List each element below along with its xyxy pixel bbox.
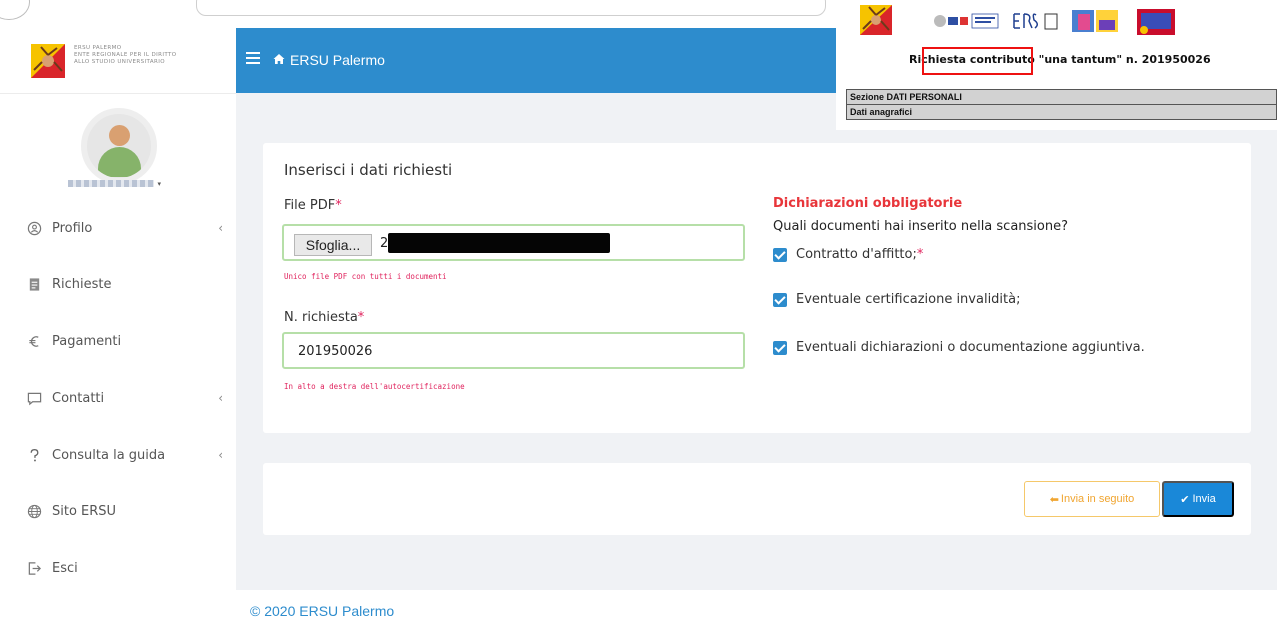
document-request-number: " n. 201950026 [1116, 53, 1211, 66]
chevron-left-icon: ‹ [218, 221, 223, 235]
document-excerpt: Richiesta contributo "una tantum" n. 201… [836, 0, 1277, 130]
check-icon: ✔ [1180, 493, 1190, 506]
browser-toolbar [0, 0, 840, 28]
checkbox-checked-icon[interactable] [773, 247, 787, 262]
sidebar-item-pagamenti[interactable]: Pagamenti [27, 330, 223, 352]
home-icon[interactable] [273, 53, 285, 65]
send-button[interactable]: ✔ Invia [1162, 481, 1234, 517]
brand-text: ERSU Palermo Ente Regionale per il Dirit… [74, 45, 177, 66]
send-later-label: Invia in seguito [1060, 493, 1135, 505]
brand-subtitle-1: Ente Regionale per il Diritto [74, 52, 177, 58]
browser-address-bar[interactable] [196, 0, 826, 16]
sidebar-item-label: Consulta la guida [52, 447, 166, 463]
redacted-filename [388, 233, 610, 253]
blurred-username [67, 180, 154, 187]
globe-icon [27, 504, 42, 518]
request-number-input[interactable]: 201950026 [282, 332, 745, 369]
document-table: Sezione DATI PERSONALI Dati anagrafici [846, 89, 1277, 120]
actions-card: ⬅ Invia in seguito ✔ Invia [263, 463, 1251, 535]
sicily-crest-icon [860, 5, 892, 35]
file-input[interactable]: Sfoglia... 2 [282, 224, 745, 261]
checkbox-contratto[interactable]: Contratto d'affitto; * [773, 247, 923, 262]
browse-button[interactable]: Sfoglia... [294, 234, 372, 256]
checkbox-checked-icon[interactable] [773, 292, 787, 307]
required-mark: * [335, 198, 342, 213]
sidebar-item-contatti[interactable]: Contatti ‹ [27, 387, 223, 409]
brand-name: ERSU Palermo [74, 45, 122, 51]
sidebar-item-richieste[interactable]: Richieste [27, 273, 223, 295]
request-number-label: N. richiesta* [284, 310, 364, 325]
sidebar-item-label: Sito ERSU [52, 503, 117, 519]
sidebar-item-label: Profilo [52, 220, 93, 236]
brand-subtitle-2: allo Studio Universitario [74, 59, 165, 65]
request-number-hint: In alto a destra dell'autocertificazione [284, 382, 465, 391]
declarations-title: Dichiarazioni obbligatorie [773, 196, 963, 211]
checkbox-label: Eventuali dichiarazioni o documentazione… [796, 340, 1145, 355]
checkbox-checked-icon[interactable] [773, 340, 787, 355]
checkbox-invalidita[interactable]: Eventuale certificazione invalidità; [773, 292, 1021, 307]
question-icon [30, 448, 39, 461]
brand-area: ERSU Palermo Ente Regionale per il Dirit… [0, 28, 236, 94]
declarations-question: Quali documenti hai inserito nella scans… [773, 219, 1069, 234]
file-hint: Unico file PDF con tutti i documenti [284, 272, 447, 281]
avatar[interactable] [81, 108, 157, 184]
euro-icon [29, 335, 39, 347]
profile-icon [27, 221, 42, 235]
request-number-label-text: N. richiesta [284, 310, 358, 325]
sicily-crest-icon [31, 44, 65, 78]
document-subsection-row: Dati anagrafici [846, 104, 1277, 120]
user-name-menu[interactable]: ▾ [60, 179, 170, 191]
sidebar-item-guida[interactable]: Consulta la guida ‹ [27, 444, 223, 466]
required-mark: * [916, 247, 924, 262]
sidebar-item-esci[interactable]: Esci [27, 557, 223, 579]
sidebar-item-sito[interactable]: Sito ERSU [27, 500, 223, 522]
avatar-head [109, 125, 130, 146]
reply-icon: ⬅ [1049, 493, 1059, 506]
sidebar-item-label: Pagamenti [52, 333, 122, 349]
chat-icon [27, 392, 42, 405]
document-section-row: Sezione DATI PERSONALI [846, 89, 1277, 105]
caret-down-icon: ▾ [157, 180, 163, 188]
chevron-left-icon: ‹ [218, 391, 223, 405]
header-title[interactable]: ERSU Palermo [290, 52, 385, 68]
request-number-highlight [922, 47, 1033, 75]
form-card: Inserisci i dati richiesti File PDF* Sfo… [263, 143, 1251, 433]
form-title: Inserisci i dati richiesti [284, 161, 453, 179]
chevron-left-icon: ‹ [218, 448, 223, 462]
sidebar-item-profilo[interactable]: Profilo ‹ [27, 217, 223, 239]
document-icon [29, 277, 40, 291]
browser-back-button[interactable] [0, 0, 30, 20]
request-number-value: 201950026 [298, 344, 373, 359]
sidebar-item-label: Esci [52, 560, 78, 576]
sidebar: ERSU Palermo Ente Regionale per il Dirit… [0, 28, 236, 621]
sidebar-item-label: Richieste [52, 276, 112, 292]
sidebar-item-label: Contatti [52, 390, 105, 406]
send-later-button[interactable]: ⬅ Invia in seguito [1024, 481, 1160, 517]
file-pdf-label-text: File PDF [284, 198, 336, 213]
top-header: ERSU Palermo [236, 28, 836, 93]
logout-icon [28, 561, 41, 575]
hamburger-icon[interactable] [246, 52, 260, 64]
send-label: Invia [1192, 493, 1216, 505]
checkbox-aggiuntiva[interactable]: Eventuali dichiarazioni o documentazione… [773, 340, 1145, 355]
checkbox-label: Eventuale certificazione invalidità; [796, 292, 1021, 307]
required-mark: * [357, 310, 365, 325]
file-pdf-label: File PDF* [284, 198, 342, 213]
checkbox-label: Contratto d'affitto; [796, 247, 917, 262]
footer-copyright: © 2020 ERSU Palermo [250, 603, 395, 619]
avatar-body [98, 147, 141, 177]
partner-logos [934, 9, 1175, 35]
